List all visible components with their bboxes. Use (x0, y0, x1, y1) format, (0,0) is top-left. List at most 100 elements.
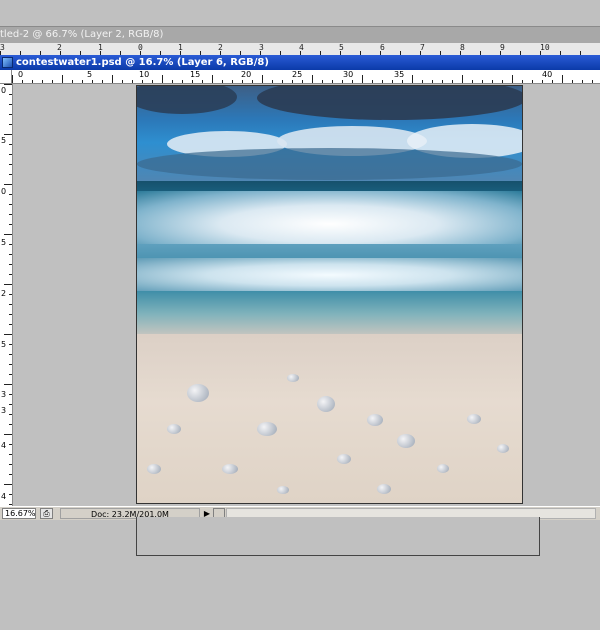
ruler-tick (52, 80, 53, 83)
ruler-tick (212, 75, 213, 83)
ruler-number: 15 (190, 70, 201, 79)
ruler-tick (122, 80, 123, 83)
background-canvas-outline (136, 517, 540, 556)
ruler-tick (232, 80, 233, 83)
ruler-tick (9, 154, 12, 155)
ruler-tick (382, 80, 383, 83)
ruler-tick (9, 494, 12, 495)
ruler-tick (412, 75, 413, 83)
ruler-tick (9, 264, 12, 265)
horizontal-ruler[interactable]: 0 5 10 15 20 25 30 35 40 (12, 70, 600, 84)
ruler-tick (542, 80, 543, 83)
ruler-number: 0 (18, 70, 24, 79)
ruler-tick (162, 75, 163, 83)
ruler-tick (9, 254, 12, 255)
ruler-tick (9, 464, 12, 465)
ruler-tick (9, 174, 12, 175)
ruler-number: 35 (394, 70, 405, 79)
vertical-ruler[interactable]: 0 5 0 5 2 5 3 3 4 4 (0, 84, 13, 506)
ruler-tick (282, 80, 283, 83)
ruler-tick (562, 75, 563, 83)
ruler-tick (9, 224, 12, 225)
sand-beach (137, 334, 522, 503)
ruler-tick (462, 75, 463, 83)
document-status-icon[interactable]: ⎙ (40, 508, 53, 519)
ruler-number: 5 (1, 136, 7, 145)
ruler-number: 10 (139, 70, 150, 79)
ruler-tick (302, 80, 303, 83)
ruler-tick (22, 80, 23, 83)
breaking-wave (137, 191, 522, 246)
ruler-tick (9, 474, 12, 475)
ruler-tick (9, 454, 12, 455)
ruler-tick (9, 294, 12, 295)
ruler-number: 4 (1, 492, 7, 501)
ruler-tick (202, 80, 203, 83)
ruler-tick (572, 80, 573, 83)
ruler-number: 5 (1, 238, 7, 247)
ruler-tick (9, 404, 12, 405)
background-document-titlebar[interactable]: tled-2 @ 66.7% (Layer 2, RGB/8) (0, 26, 600, 44)
ruler-number: 10 (540, 43, 550, 52)
ruler-tick (502, 80, 503, 83)
ruler-tick (372, 80, 373, 83)
ruler-number: 40 (542, 70, 553, 79)
ruler-tick (512, 75, 513, 83)
ruler-tick (4, 334, 12, 335)
document-titlebar[interactable]: contestwater1.psd @ 16.7% (Layer 6, RGB/… (0, 55, 600, 70)
ruler-tick (362, 75, 363, 83)
zoom-level-field[interactable]: 16.67% (2, 508, 36, 519)
document-title: contestwater1.psd @ 16.7% (Layer 6, RGB/… (16, 57, 269, 68)
ruler-tick (4, 234, 12, 235)
ruler-tick (9, 414, 12, 415)
ruler-tick (332, 80, 333, 83)
foam-wave (137, 258, 522, 292)
document-icon (2, 57, 13, 68)
document-window: contestwater1.psd @ 16.7% (Layer 6, RGB/… (0, 55, 600, 520)
ruler-number: 2 (1, 289, 7, 298)
ruler-tick (9, 374, 12, 375)
ruler-tick (452, 80, 453, 83)
ruler-tick (9, 324, 12, 325)
ruler-tick (9, 444, 12, 445)
ruler-tick (9, 274, 12, 275)
ruler-tick (552, 80, 553, 83)
ruler-tick (422, 80, 423, 83)
ruler-number: 0 (1, 86, 7, 95)
ruler-tick (4, 484, 12, 485)
ruler-tick (42, 80, 43, 83)
ruler-tick (9, 364, 12, 365)
ruler-tick (9, 104, 12, 105)
ruler-tick (9, 94, 12, 95)
ruler-number: 5 (1, 340, 7, 349)
ruler-tick (192, 80, 193, 83)
ruler-tick (9, 304, 12, 305)
beach-image-canvas[interactable] (136, 85, 523, 504)
ruler-tick (4, 84, 12, 85)
ruler-tick (4, 284, 12, 285)
ruler-tick (432, 80, 433, 83)
ruler-number: 20 (241, 70, 252, 79)
ruler-tick (252, 80, 253, 83)
ruler-tick (92, 80, 93, 83)
ruler-tick (582, 80, 583, 83)
ruler-tick (9, 144, 12, 145)
ruler-tick (12, 75, 13, 83)
ruler-tick (32, 80, 33, 83)
ruler-tick (9, 504, 12, 505)
ruler-tick (352, 80, 353, 83)
ruler-tick (9, 314, 12, 315)
ruler-number: 3 (1, 390, 7, 399)
ruler-tick (4, 434, 12, 435)
ruler-number: 5 (87, 70, 93, 79)
ruler-tick (242, 80, 243, 83)
ruler-origin[interactable] (0, 70, 12, 84)
ruler-tick (112, 75, 113, 83)
canvas-area[interactable] (13, 84, 600, 506)
ruler-number: 4 (1, 441, 7, 450)
ruler-tick (4, 184, 12, 185)
ruler-tick (82, 80, 83, 83)
ruler-tick (292, 80, 293, 83)
ruler-tick (9, 114, 12, 115)
ruler-number: 25 (292, 70, 303, 79)
